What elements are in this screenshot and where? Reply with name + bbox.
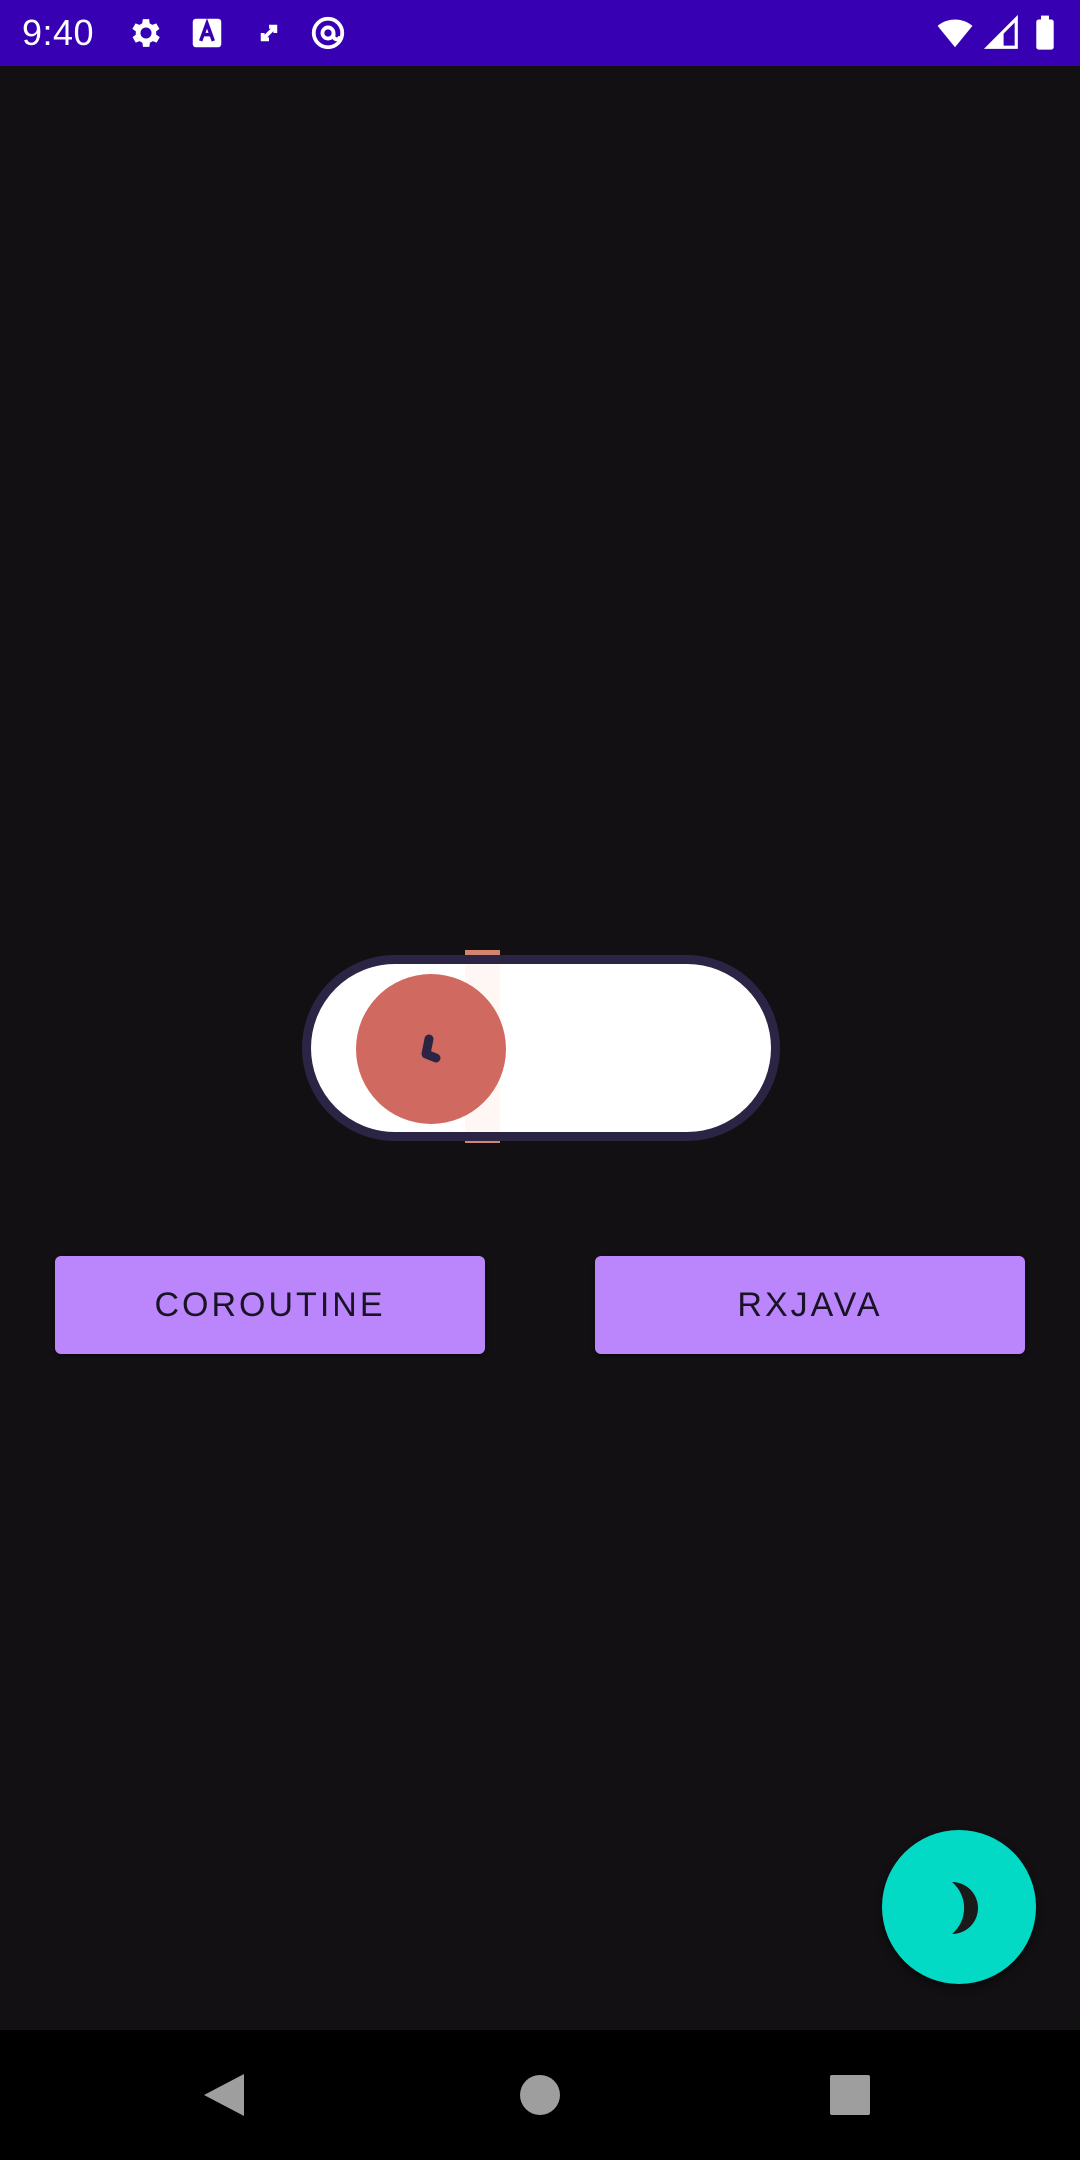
home-circle-icon[interactable] bbox=[505, 2060, 575, 2130]
rxjava-button[interactable]: RXJAVA bbox=[595, 1256, 1025, 1354]
status-time: 9:40 bbox=[22, 12, 95, 53]
wifi-icon bbox=[933, 14, 977, 52]
a-letter-icon bbox=[188, 14, 226, 52]
clock-hands-icon bbox=[421, 1034, 441, 1063]
theme-fab-button[interactable] bbox=[882, 1830, 1036, 1984]
sync-arrows-icon bbox=[250, 14, 288, 52]
recents-square-icon[interactable] bbox=[815, 2060, 885, 2130]
at-sign-icon bbox=[309, 14, 347, 52]
back-triangle-icon[interactable] bbox=[190, 2060, 260, 2130]
moon-icon bbox=[952, 1882, 978, 1934]
battery-icon bbox=[1030, 14, 1060, 52]
coroutine-button[interactable]: COROUTINE bbox=[55, 1256, 485, 1354]
status-bar: 9:40 bbox=[0, 0, 1080, 66]
cell-signal-icon bbox=[983, 14, 1021, 52]
app-screen: 9:40 COROUTINE RXJAVA bbox=[0, 0, 1080, 2160]
navigation-bar bbox=[0, 2030, 1080, 2160]
settings-icon bbox=[127, 14, 165, 52]
theme-toggle-thumb[interactable] bbox=[356, 974, 506, 1124]
